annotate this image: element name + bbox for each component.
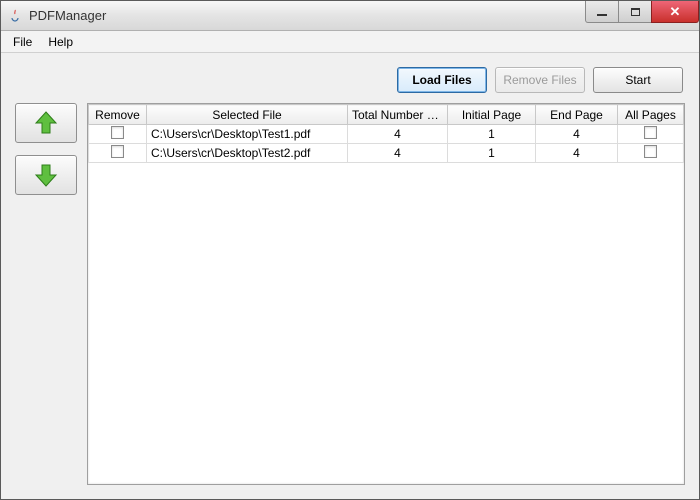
start-button[interactable]: Start xyxy=(593,67,683,93)
remove-files-button[interactable]: Remove Files xyxy=(495,67,585,93)
col-all[interactable]: All Pages xyxy=(618,105,684,125)
table-header-row: Remove Selected File Total Number of... … xyxy=(89,105,684,125)
col-end[interactable]: End Page xyxy=(536,105,618,125)
menu-file[interactable]: File xyxy=(5,33,40,51)
table-row[interactable]: C:\Users\cr\Desktop\Test2.pdf 4 1 4 xyxy=(89,144,684,163)
app-window: PDFManager ✕ File Help Load Files Remove… xyxy=(0,0,700,500)
menu-help[interactable]: Help xyxy=(40,33,81,51)
move-up-button[interactable] xyxy=(15,103,77,143)
cell-total: 4 xyxy=(348,144,448,163)
maximize-icon xyxy=(631,8,640,16)
col-initial[interactable]: Initial Page xyxy=(448,105,536,125)
checkbox-icon[interactable] xyxy=(644,145,657,158)
file-table-container: Remove Selected File Total Number of... … xyxy=(87,103,685,485)
checkbox-icon[interactable] xyxy=(111,126,124,139)
cell-remove[interactable] xyxy=(89,144,147,163)
main-row: Remove Selected File Total Number of... … xyxy=(15,103,685,485)
cell-file[interactable]: C:\Users\cr\Desktop\Test2.pdf xyxy=(147,144,348,163)
cell-initial[interactable]: 1 xyxy=(448,144,536,163)
cell-end[interactable]: 4 xyxy=(536,144,618,163)
toolbar: Load Files Remove Files Start xyxy=(15,63,685,103)
minimize-button[interactable] xyxy=(585,1,619,23)
minimize-icon xyxy=(597,14,607,16)
menubar: File Help xyxy=(1,31,699,53)
arrow-down-icon xyxy=(32,161,60,189)
titlebar: PDFManager ✕ xyxy=(1,1,699,31)
java-icon xyxy=(7,8,23,24)
col-total[interactable]: Total Number of... xyxy=(348,105,448,125)
cell-all[interactable] xyxy=(618,125,684,144)
cell-total: 4 xyxy=(348,125,448,144)
reorder-controls xyxy=(15,103,77,485)
close-button[interactable]: ✕ xyxy=(651,1,699,23)
checkbox-icon[interactable] xyxy=(644,126,657,139)
col-remove[interactable]: Remove xyxy=(89,105,147,125)
col-file[interactable]: Selected File xyxy=(147,105,348,125)
window-controls: ✕ xyxy=(586,1,699,30)
cell-end[interactable]: 4 xyxy=(536,125,618,144)
content-area: Load Files Remove Files Start xyxy=(1,53,699,499)
move-down-button[interactable] xyxy=(15,155,77,195)
checkbox-icon[interactable] xyxy=(111,145,124,158)
window-title: PDFManager xyxy=(29,8,586,23)
table-row[interactable]: C:\Users\cr\Desktop\Test1.pdf 4 1 4 xyxy=(89,125,684,144)
cell-file[interactable]: C:\Users\cr\Desktop\Test1.pdf xyxy=(147,125,348,144)
cell-initial[interactable]: 1 xyxy=(448,125,536,144)
cell-all[interactable] xyxy=(618,144,684,163)
load-files-button[interactable]: Load Files xyxy=(397,67,487,93)
maximize-button[interactable] xyxy=(618,1,652,23)
file-table: Remove Selected File Total Number of... … xyxy=(88,104,684,163)
arrow-up-icon xyxy=(32,109,60,137)
cell-remove[interactable] xyxy=(89,125,147,144)
close-icon: ✕ xyxy=(670,4,681,20)
